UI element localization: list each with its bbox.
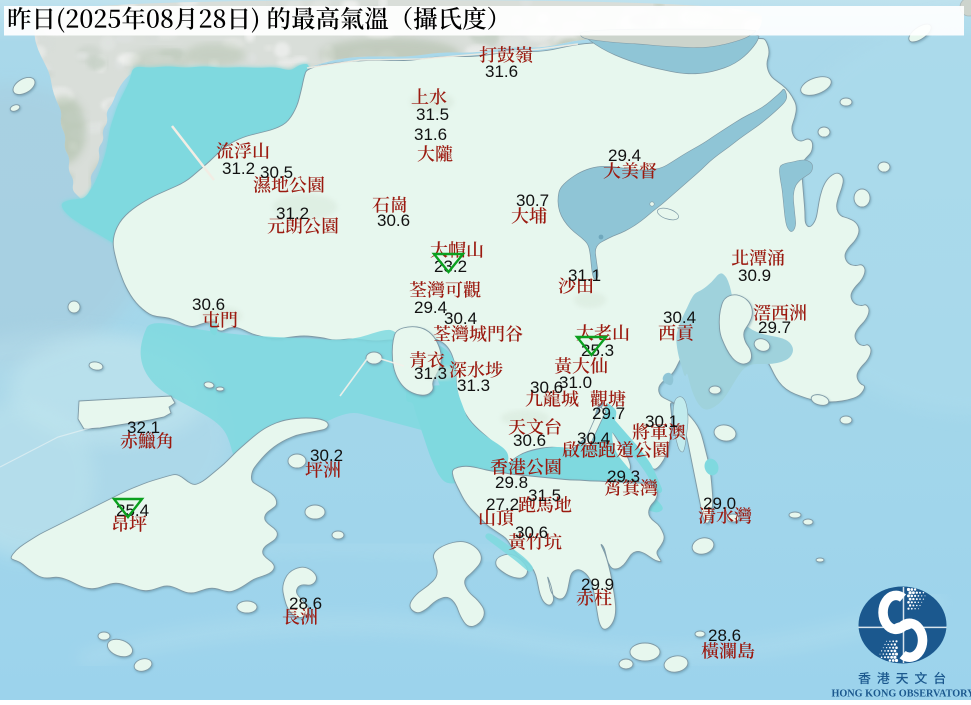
svg-text:31.6: 31.6 xyxy=(485,62,518,81)
svg-text:29.9: 29.9 xyxy=(581,575,614,594)
svg-text:30.9: 30.9 xyxy=(738,266,771,285)
svg-text:32.1: 32.1 xyxy=(127,418,160,437)
svg-text:30.4: 30.4 xyxy=(663,308,696,327)
svg-text:31.3: 31.3 xyxy=(457,376,490,395)
svg-text:29.8: 29.8 xyxy=(495,473,528,492)
svg-text:28.6: 28.6 xyxy=(289,594,322,613)
svg-text:30.4: 30.4 xyxy=(444,309,477,328)
svg-text:HONG KONG OBSERVATORY: HONG KONG OBSERVATORY xyxy=(831,689,971,700)
svg-text:29.4: 29.4 xyxy=(414,298,447,317)
svg-text:31.2: 31.2 xyxy=(276,204,309,223)
svg-text:31.6: 31.6 xyxy=(414,125,447,144)
svg-text:30.6: 30.6 xyxy=(377,211,410,230)
svg-text:27.2: 27.2 xyxy=(486,495,519,514)
svg-text:30.7: 30.7 xyxy=(516,191,549,210)
svg-text:30.1: 30.1 xyxy=(645,412,678,431)
svg-text:28.6: 28.6 xyxy=(708,626,741,645)
svg-text:30.6: 30.6 xyxy=(530,378,563,397)
svg-text:31.5: 31.5 xyxy=(528,486,561,505)
svg-text:29.0: 29.0 xyxy=(703,494,736,513)
svg-text:29.7: 29.7 xyxy=(592,404,625,423)
svg-text:30.4: 30.4 xyxy=(577,429,610,448)
svg-text:31.0: 31.0 xyxy=(559,373,592,392)
svg-text:29.3: 29.3 xyxy=(607,467,640,486)
svg-text:30.6: 30.6 xyxy=(515,523,548,542)
svg-text:30.5: 30.5 xyxy=(260,163,293,182)
svg-text:31.5: 31.5 xyxy=(416,105,449,124)
svg-text:31.1: 31.1 xyxy=(568,266,601,285)
svg-text:31.3: 31.3 xyxy=(414,364,447,383)
svg-text:25.3: 25.3 xyxy=(581,341,614,360)
svg-text:29.7: 29.7 xyxy=(758,318,791,337)
svg-text:30.6: 30.6 xyxy=(513,431,546,450)
svg-text:30.2: 30.2 xyxy=(310,446,343,465)
svg-text:29.4: 29.4 xyxy=(608,146,641,165)
svg-text:30.6: 30.6 xyxy=(192,295,225,314)
svg-text:31.2: 31.2 xyxy=(222,159,255,178)
